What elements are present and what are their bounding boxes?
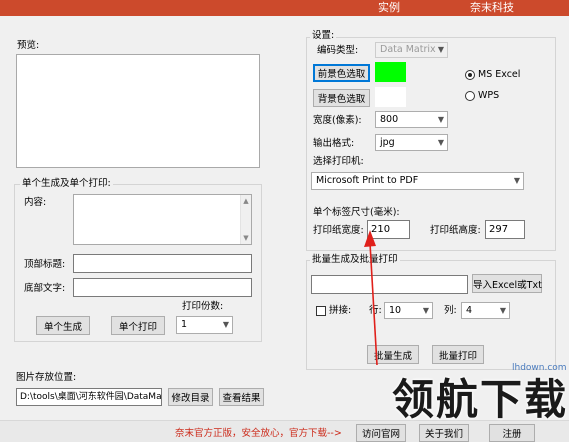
copies-value: 1: [181, 319, 188, 330]
top-title-label: 顶部标题:: [24, 259, 66, 270]
paper-height-input[interactable]: 297: [485, 220, 525, 239]
printer-value: Microsoft Print to PDF: [316, 175, 419, 186]
copies-select[interactable]: 1 ▼: [176, 316, 233, 334]
encoding-value: Data Matrix: [380, 44, 436, 55]
single-generate-button[interactable]: 单个生成: [36, 316, 90, 335]
watermark-url: lhdown.com: [512, 363, 567, 373]
single-print-button[interactable]: 单个打印: [111, 316, 165, 335]
chevron-down-icon: ▼: [513, 176, 520, 185]
about-us-button[interactable]: 关于我们: [419, 424, 469, 442]
row-value: 10: [389, 305, 402, 316]
chevron-down-icon: ▼: [437, 138, 444, 147]
format-value: jpg: [380, 137, 395, 148]
storage-label: 图片存放位置:: [16, 372, 77, 383]
row-select[interactable]: 10 ▼: [384, 302, 433, 319]
chevron-down-icon: ▼: [499, 306, 506, 315]
stitch-label[interactable]: 拼接:: [329, 305, 351, 317]
encoding-select[interactable]: Data Matrix ▼: [375, 42, 448, 58]
annotation-arrow: [364, 230, 378, 366]
view-result-button[interactable]: 查看结果: [219, 388, 264, 406]
menu-examples[interactable]: 实例: [378, 0, 400, 16]
printer-label: 选择打印机:: [313, 156, 364, 167]
settings-group-title: 设置:: [310, 30, 337, 42]
single-group-title: 单个生成及单个打印:: [20, 178, 113, 190]
preview-label: 预览:: [17, 40, 40, 51]
bg-color-swatch: [375, 87, 406, 107]
register-button[interactable]: 注册: [489, 424, 535, 442]
width-select[interactable]: 800 ▼: [375, 111, 448, 128]
col-label: 列:: [444, 305, 457, 316]
ms-excel-radio[interactable]: [465, 70, 475, 80]
paper-width-label: 打印纸宽度:: [313, 225, 364, 236]
chevron-down-icon: ▼: [437, 45, 444, 54]
fg-color-button[interactable]: 前景色选取: [313, 64, 370, 82]
top-menu-bar: 实例 奈末科技: [0, 0, 569, 16]
chevron-down-icon: ▼: [437, 115, 444, 124]
bg-color-button[interactable]: 背景色选取: [313, 89, 370, 107]
import-excel-txt-button[interactable]: 导入Excel或Txt: [472, 274, 542, 293]
wps-radio[interactable]: [465, 91, 475, 101]
width-label: 宽度(像素):: [313, 115, 362, 126]
content-label: 内容:: [24, 197, 47, 208]
format-label: 输出格式:: [313, 138, 355, 149]
scroll-up-icon[interactable]: ▲: [241, 196, 251, 206]
storage-path-input[interactable]: D:\tools\桌面\河东软件园\DataMa: [16, 388, 162, 406]
stitch-checkbox[interactable]: [316, 306, 326, 316]
top-title-input[interactable]: [73, 254, 252, 273]
bottom-text-label: 底部文字:: [24, 283, 66, 294]
encoding-label: 编码类型:: [317, 45, 359, 56]
chevron-down-icon: ▼: [422, 306, 429, 315]
chevron-down-icon: ▼: [222, 320, 229, 329]
label-size-label: 单个标签尺寸(毫米):: [313, 207, 400, 218]
preview-area: [16, 54, 260, 168]
visit-site-button[interactable]: 访问官网: [356, 424, 406, 442]
batch-print-button[interactable]: 批量打印: [432, 345, 484, 364]
col-value: 4: [466, 305, 473, 316]
printer-select[interactable]: Microsoft Print to PDF ▼: [311, 172, 524, 190]
ms-excel-label[interactable]: MS Excel: [478, 69, 520, 81]
copies-label: 打印份数:: [182, 301, 224, 312]
bottom-text-input[interactable]: [73, 278, 252, 297]
watermark-logo: 领航下载: [392, 375, 569, 424]
menu-company[interactable]: 奈末科技: [470, 0, 514, 16]
col-select[interactable]: 4 ▼: [461, 302, 510, 319]
scroll-down-icon[interactable]: ▼: [241, 233, 251, 243]
format-select[interactable]: jpg ▼: [375, 134, 448, 151]
content-scrollbar[interactable]: ▲ ▼: [240, 195, 251, 244]
fg-color-swatch: [375, 62, 406, 82]
modify-dir-button[interactable]: 修改目录: [168, 388, 213, 406]
footer-notice: 奈末官方正版，安全放心，官方下载-->: [175, 428, 342, 439]
paper-height-label: 打印纸高度:: [430, 225, 481, 236]
content-textarea[interactable]: ▲ ▼: [73, 194, 252, 245]
width-value: 800: [380, 114, 399, 125]
wps-label[interactable]: WPS: [478, 90, 499, 102]
